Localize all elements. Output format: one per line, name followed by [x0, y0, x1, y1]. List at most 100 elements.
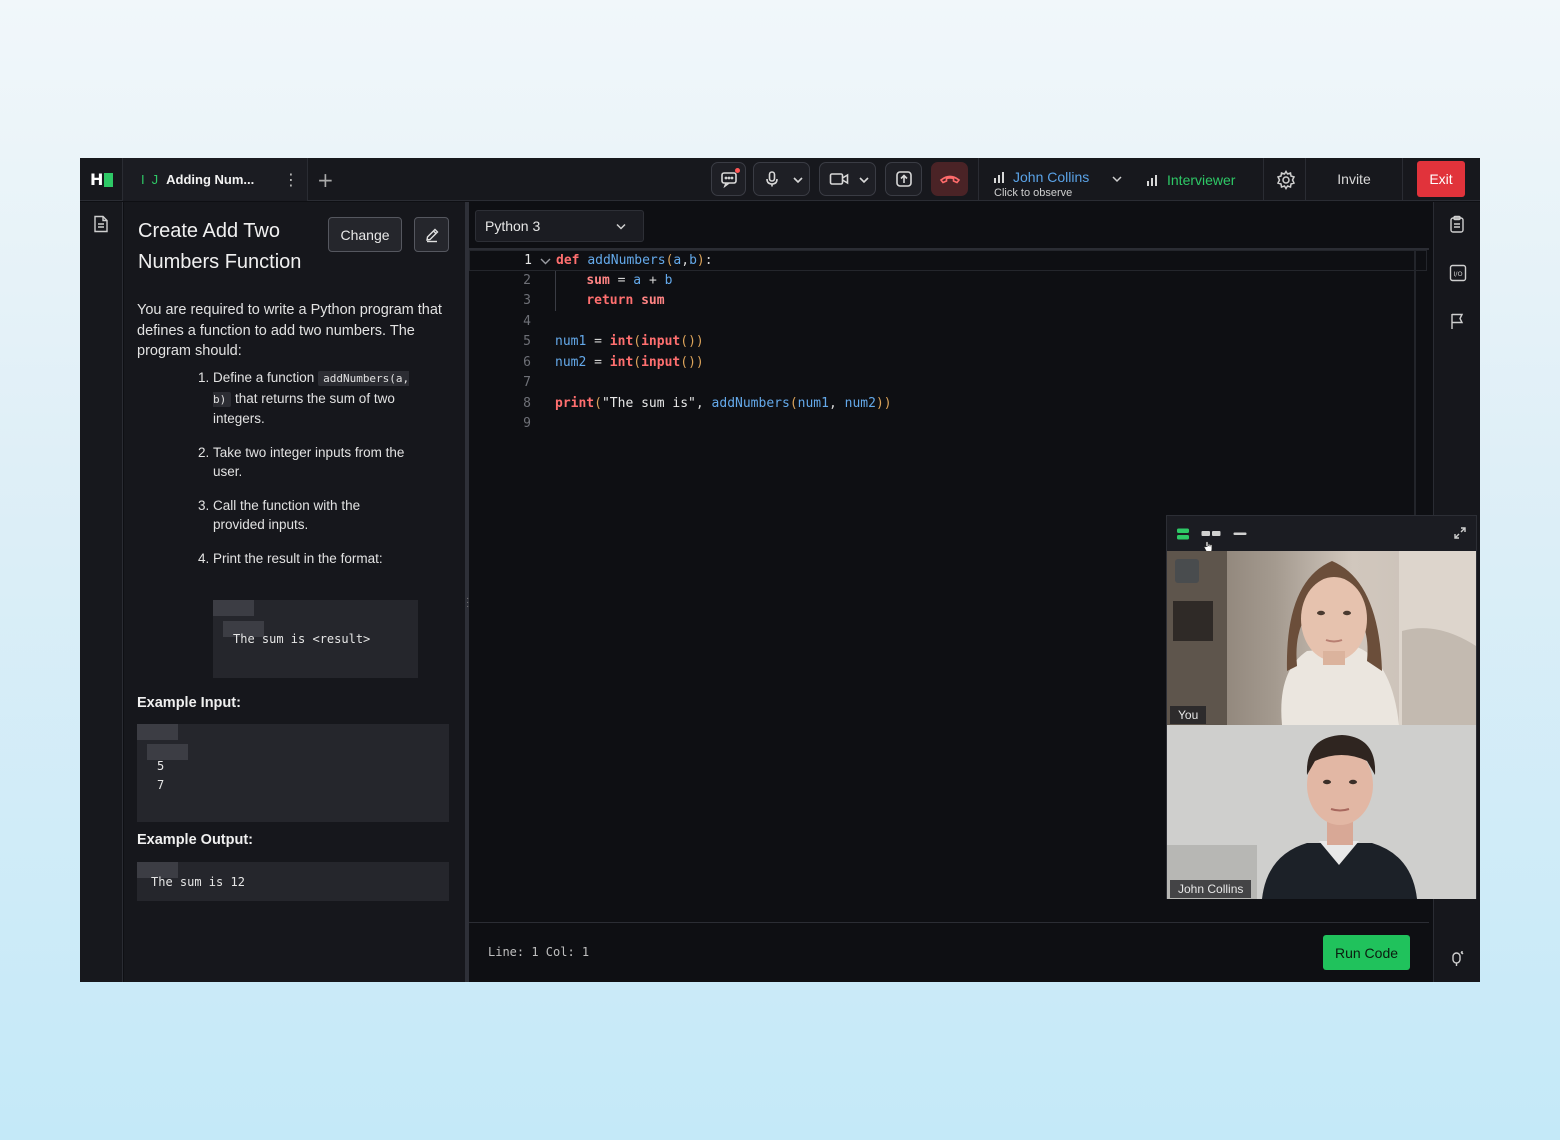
line-number: 3 [523, 293, 531, 308]
language-select[interactable]: Python 3 [475, 210, 644, 242]
line-number: 4 [523, 313, 531, 329]
hackerrank-logo[interactable]: H [90, 171, 114, 188]
video-feed-john-collins: John Collins [1167, 725, 1476, 899]
role-label: Interviewer [1167, 172, 1236, 188]
top-bar: H I J Adding Num... ⋮ + John Collins Cli… [80, 158, 1480, 201]
step-number: 3. [198, 497, 210, 513]
line-number: 8 [523, 395, 531, 411]
chevron-down-icon[interactable] [859, 175, 869, 185]
app-window: H I J Adding Num... ⋮ + John Collins Cli… [80, 158, 1480, 982]
code-line: 9 [469, 414, 1427, 435]
observer-name[interactable]: John Collins [1013, 169, 1089, 185]
observer-selector[interactable]: John Collins Click to observe [993, 164, 1143, 199]
line-number: 7 [523, 375, 531, 390]
chevron-down-icon [616, 223, 626, 230]
step-text: that returns the sum of two integers. [213, 390, 395, 427]
exit-button[interactable]: Exit [1417, 161, 1465, 197]
example-output-heading: Example Output: [137, 832, 254, 848]
signal-badge [1175, 559, 1199, 583]
code-line: 5 num1 = int(input()) [469, 332, 1427, 353]
code-text: return sum [586, 293, 665, 308]
participant-label: John Collins [1170, 880, 1252, 898]
chevron-down-icon[interactable] [793, 175, 803, 185]
step-number: 1. [198, 370, 210, 385]
line-number: 5 [523, 334, 531, 349]
end-call-button[interactable] [931, 162, 968, 196]
code-line: 6 num2 = int(input()) [469, 353, 1427, 374]
chat-button[interactable] [711, 162, 746, 196]
code-text: print("The sum is", addNumbers(num1, num… [555, 395, 892, 411]
example-input-line: 7 [157, 778, 165, 792]
video-feed-you: You [1167, 551, 1476, 725]
step-text: Call the function with the provided inpu… [213, 497, 361, 533]
step-text: Print the result in the format: [213, 550, 383, 566]
video-toolbar [1167, 516, 1476, 553]
participant-label: You [1170, 706, 1207, 724]
chevron-down-icon[interactable] [1111, 173, 1123, 185]
tab-title: Adding Num... [166, 172, 255, 187]
notification-dot [735, 168, 740, 173]
list-item: 3. Call the function with the provided i… [198, 496, 413, 535]
code-text: num2 = int(input()) [555, 354, 704, 370]
video-call-panel: You John Collins [1166, 515, 1477, 899]
stacked-layout-icon[interactable] [1176, 527, 1190, 541]
gear-icon[interactable] [1276, 170, 1296, 190]
change-button[interactable]: Change [328, 217, 402, 252]
share-screen-icon [895, 171, 912, 187]
microphone-icon [766, 171, 778, 187]
language-value: Python 3 [485, 218, 541, 234]
participant-video-you [1167, 551, 1476, 725]
document-icon[interactable] [93, 215, 109, 233]
example-input-block: 5 7 [137, 724, 449, 822]
line-number: 2 [523, 272, 531, 288]
step-number: 4. [198, 550, 210, 566]
kebab-icon[interactable]: ⋮ [283, 170, 299, 189]
problem-description: You are required to write a Python progr… [137, 302, 442, 359]
code-line: 4 [469, 312, 1427, 333]
code-area[interactable]: 1 def addNumbers(a,b): 2 sum = a + b 3 r… [469, 250, 1427, 520]
code-line: 7 [469, 373, 1427, 394]
logo-square [104, 172, 114, 187]
grid-layout-icon[interactable] [1201, 530, 1221, 538]
code-line: 1 def addNumbers(a,b): [469, 250, 1427, 271]
format-code-block: The sum is <result> [213, 600, 418, 678]
observer-hint: Click to observe [994, 187, 1073, 199]
fold-chevron-icon[interactable] [540, 257, 551, 266]
code-line: 3 return sum [469, 291, 1427, 312]
list-item: 1. Define a function addNumbers(a, b) th… [198, 368, 413, 429]
line-number: 1 [524, 253, 532, 268]
divider [978, 158, 979, 201]
cursor-position: Line: 1 Col: 1 [488, 945, 590, 959]
edit-button[interactable] [414, 217, 449, 252]
code-block-stub [147, 744, 188, 760]
clipboard-icon[interactable] [1449, 215, 1465, 233]
code-line: 8 print("The sum is", addNumbers(num1, n… [469, 394, 1427, 415]
participant-video-john-collins [1167, 725, 1476, 899]
role-indicator: Interviewer [1146, 171, 1235, 189]
expand-icon[interactable] [1453, 526, 1467, 540]
tab-problem[interactable]: I J Adding Num... ⋮ [122, 158, 308, 201]
io-icon[interactable]: I/O [1449, 264, 1467, 282]
run-code-button[interactable]: Run Code [1323, 935, 1410, 970]
invite-button[interactable]: Invite [1316, 171, 1392, 187]
camera-button[interactable] [819, 162, 876, 196]
example-output-line: The sum is 12 [151, 875, 245, 889]
microphone-button[interactable] [753, 162, 810, 196]
magic-icon[interactable] [1449, 950, 1465, 968]
list-item: 2. Take two integer inputs from the user… [198, 443, 413, 482]
line-number: 6 [523, 354, 531, 370]
example-output-block: The sum is 12 [137, 862, 449, 901]
plus-icon[interactable]: + [317, 168, 334, 192]
requirements-list: 1. Define a function addNumbers(a, b) th… [198, 368, 413, 582]
flag-icon[interactable] [1449, 312, 1465, 330]
svg-text:I/O: I/O [1453, 270, 1462, 278]
code-block-stub [213, 600, 254, 616]
example-input-line: 5 [157, 759, 165, 773]
editor-scrollbar[interactable] [1414, 250, 1416, 520]
divider [1305, 158, 1306, 201]
pencil-icon [425, 228, 438, 242]
code-text: sum = a + b [586, 272, 673, 288]
minimize-icon[interactable] [1233, 532, 1247, 536]
tab-status-indicator: I [141, 172, 145, 187]
share-screen-button[interactable] [885, 162, 922, 196]
